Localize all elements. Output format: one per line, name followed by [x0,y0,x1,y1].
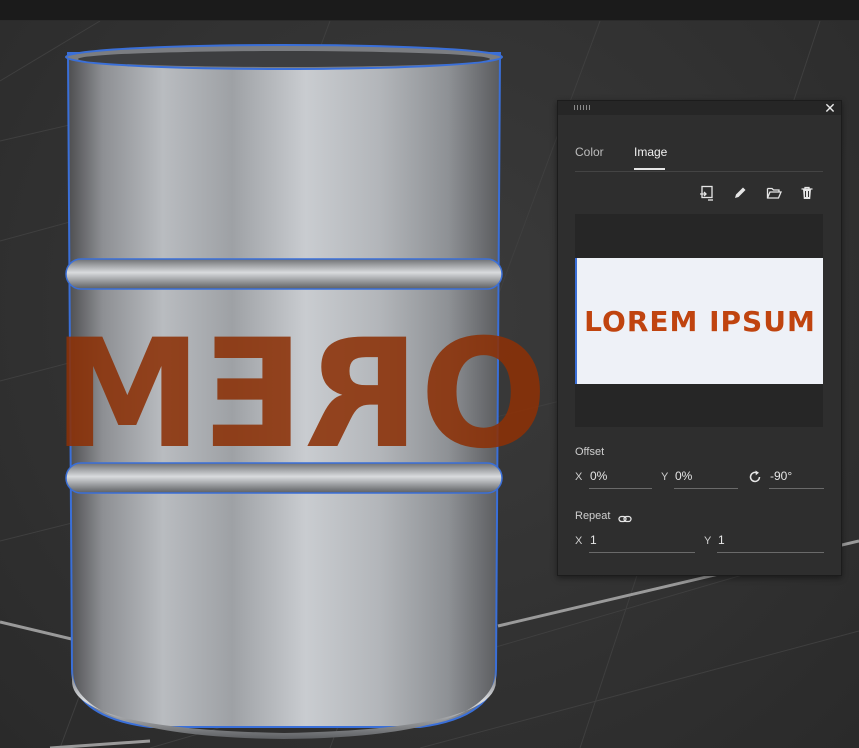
texture-panel: ✕ Color Image LOREM IPSUM Offset X 0% Y … [557,100,842,576]
repeat-x-label: X [575,535,583,547]
repeat-y-input[interactable]: 1 [717,531,824,553]
image-preview[interactable]: LOREM IPSUM [575,214,823,427]
rotate-icon [747,469,763,485]
panel-header[interactable]: ✕ [558,101,841,115]
offset-label: Offset [575,446,605,458]
repeat-label: Repeat [575,510,611,522]
active-tab-indicator [634,168,665,170]
link-icon[interactable] [618,511,632,523]
offset-x-label: X [575,471,583,483]
replace-image-icon[interactable] [696,183,718,203]
delete-icon[interactable] [796,183,818,203]
barrel-label: OREM [53,308,548,482]
drag-handle-icon[interactable] [574,105,592,110]
tab-bar: Color Image [575,145,823,172]
offset-y-input[interactable]: 0% [674,467,738,489]
image-toolbar [696,183,824,203]
offset-x-input[interactable]: 0% [589,467,652,489]
rotation-input[interactable]: -90° [769,467,824,489]
repeat-x-input[interactable]: 1 [589,531,695,553]
tab-color[interactable]: Color [575,145,604,159]
texture-thumbnail: LOREM IPSUM [575,258,823,384]
tab-image[interactable]: Image [634,145,667,159]
barrel-model[interactable]: OREM [53,44,548,739]
open-folder-icon[interactable] [763,183,785,203]
preview-text: LOREM IPSUM [584,304,816,338]
top-toolbar [0,0,859,21]
offset-y-label: Y [661,471,669,483]
edit-icon[interactable] [729,183,751,203]
repeat-y-label: Y [704,535,712,547]
close-icon[interactable]: ✕ [823,101,837,115]
